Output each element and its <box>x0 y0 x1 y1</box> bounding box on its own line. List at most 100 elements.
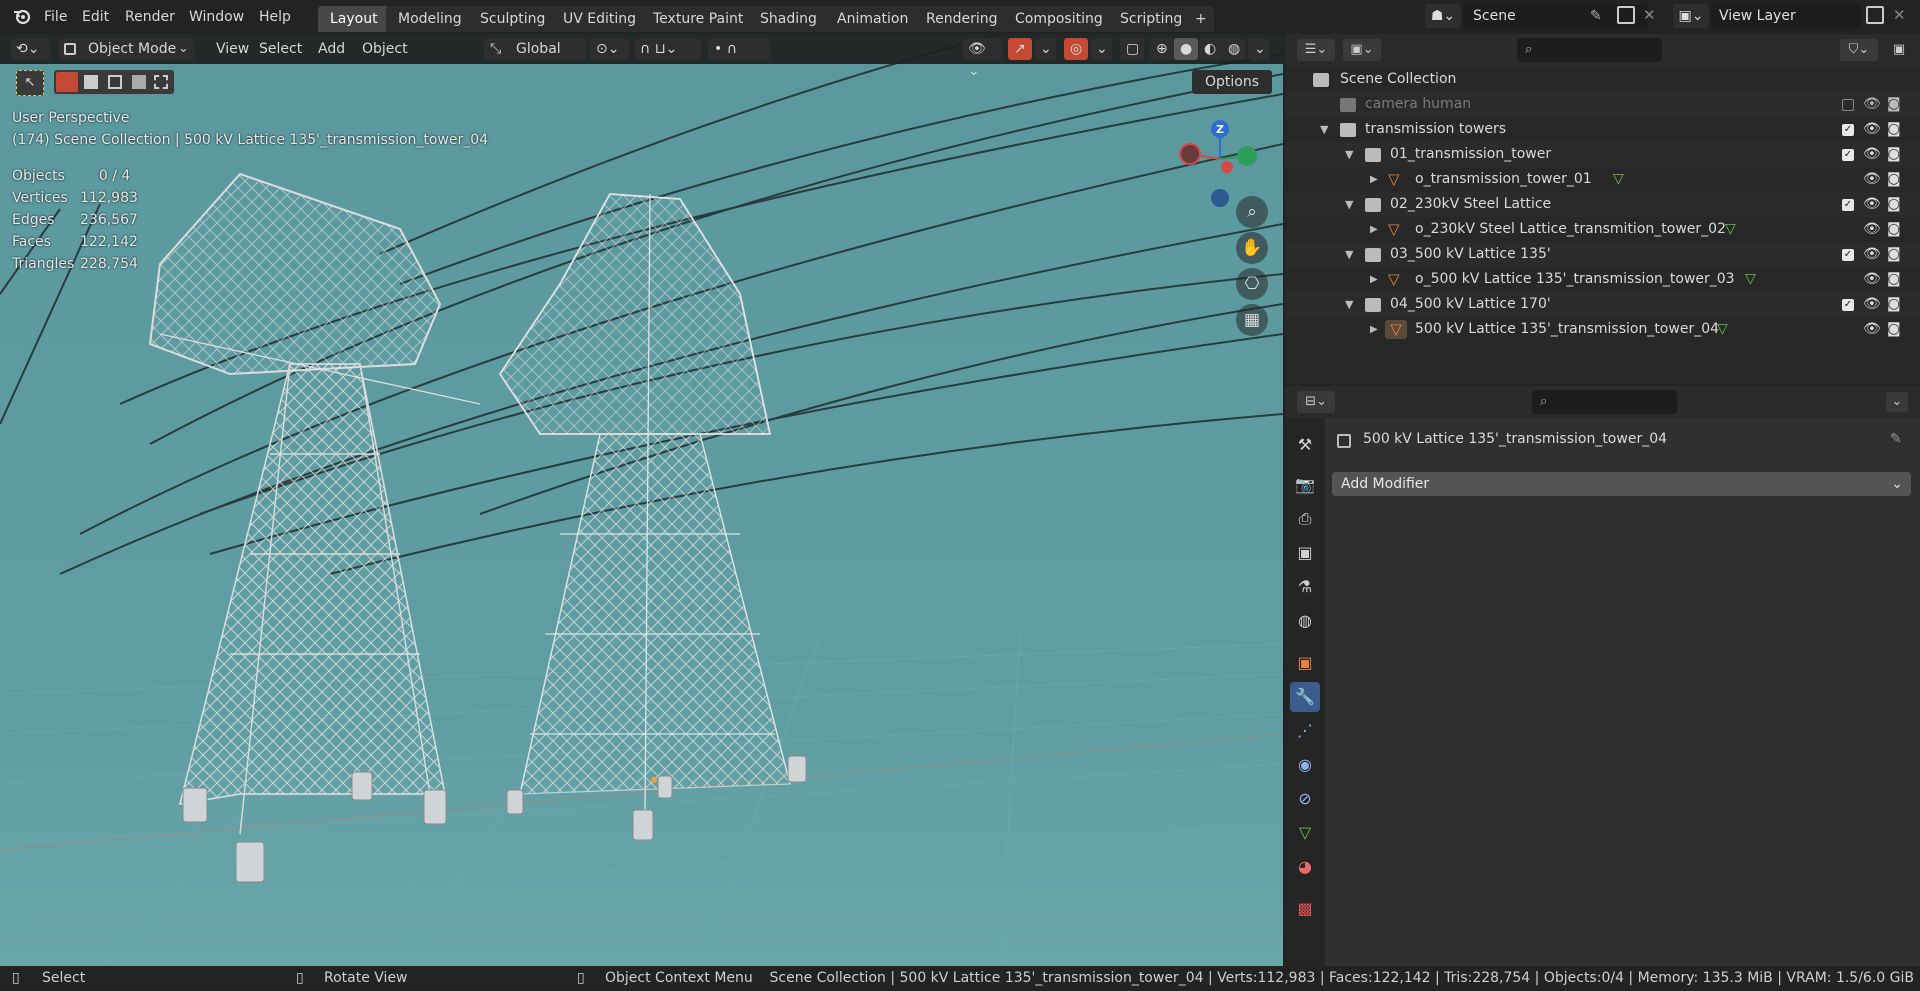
eye-icon[interactable]: 👁 <box>1863 242 1881 267</box>
camera-render-icon[interactable]: ◙ <box>1887 317 1901 342</box>
mesh-data-icon[interactable]: ▽ <box>1725 217 1736 242</box>
add-workspace-button[interactable]: + <box>1188 6 1214 32</box>
new-scene-icon[interactable] <box>1617 6 1635 24</box>
xray-toggle-icon[interactable]: ▢ <box>1120 38 1144 60</box>
menu-help[interactable]: Help <box>253 7 297 27</box>
exclude-checkbox[interactable]: ✓ <box>1842 149 1854 161</box>
editor-type-icon[interactable]: ⟲⌄ <box>10 38 50 60</box>
perspective-grid-icon[interactable]: ▦ <box>1236 304 1268 336</box>
overlay-dropdown-icon[interactable]: ⌄ <box>1090 38 1112 60</box>
pin-icon[interactable]: ✎ <box>1590 8 1602 24</box>
display-mode-icon[interactable]: ▣⌄ <box>1343 39 1381 61</box>
outliner-root-row[interactable]: Scene Collection <box>1285 67 1920 92</box>
camera-render-icon[interactable]: ◙ <box>1887 242 1901 267</box>
eye-icon[interactable]: 👁 <box>1863 317 1881 342</box>
data-properties-icon[interactable]: ▽ <box>1290 818 1320 848</box>
output-properties-icon[interactable]: ⎙ <box>1290 504 1320 534</box>
pivot-point-icon[interactable]: ⊙⌄ <box>590 38 630 60</box>
select-extend-icon[interactable] <box>84 75 98 89</box>
expand-arrow-icon[interactable]: ▼ <box>1345 192 1353 217</box>
expand-arrow-icon[interactable]: ▼ <box>1345 292 1353 317</box>
outliner-search-input[interactable]: ⌕ <box>1517 38 1662 62</box>
outliner-row-tower-02-collection[interactable]: ▼ 02_230kV Steel Lattice ✓ 👁 ◙ <box>1285 192 1920 217</box>
tab-compositing[interactable]: Compositing <box>1003 6 1115 32</box>
camera-view-icon[interactable]: ⎔ <box>1236 268 1268 300</box>
expand-arrow-icon[interactable]: ▶ <box>1370 217 1378 242</box>
outliner-row-tower-02-object[interactable]: ▶ ▽ o_230kV Steel Lattice_transmition_to… <box>1285 217 1920 242</box>
snap-icon[interactable]: ∩ ⊔⌄ <box>634 38 702 60</box>
menu-view[interactable]: View <box>210 38 255 60</box>
outliner-row-tower-04-collection[interactable]: ▼ 04_500 kV Lattice 170' ✓ 👁 ◙ <box>1285 292 1920 317</box>
new-view-layer-icon[interactable] <box>1866 6 1884 24</box>
menu-window[interactable]: Window <box>183 7 250 27</box>
outliner-row-tower-01-object[interactable]: ▶ ▽ o_transmission_tower_01 ▽ 👁 ◙ <box>1285 167 1920 192</box>
delete-scene-icon[interactable]: ✕ <box>1643 6 1656 24</box>
camera-render-icon[interactable]: ◙ <box>1887 217 1901 242</box>
outliner-row-transmission-towers[interactable]: ▼ transmission towers ✓ 👁 ◙ <box>1285 117 1920 142</box>
camera-render-icon[interactable]: ◙ <box>1887 292 1901 317</box>
eye-icon[interactable]: 👁 <box>1863 142 1881 167</box>
tab-texture-paint[interactable]: Texture Paint <box>641 6 756 32</box>
tab-uv-editing[interactable]: UV Editing <box>551 6 649 32</box>
constraints-properties-icon[interactable]: ⊘ <box>1290 784 1320 814</box>
eye-icon[interactable]: 👁 <box>1863 292 1881 317</box>
mesh-data-icon[interactable]: ▽ <box>1613 167 1624 192</box>
object-properties-icon[interactable]: ▣ <box>1290 648 1320 678</box>
menu-select[interactable]: Select <box>253 38 308 60</box>
tab-rendering[interactable]: Rendering <box>914 6 1010 32</box>
rendered-shading-icon[interactable]: ◍ <box>1222 38 1246 60</box>
select-invert-icon[interactable] <box>132 75 146 89</box>
tab-scripting[interactable]: Scripting <box>1108 6 1195 32</box>
exclude-checkbox[interactable]: ✓ <box>1842 199 1854 211</box>
tool-settings-icon[interactable]: ⚒ <box>1290 430 1320 460</box>
wireframe-shading-icon[interactable]: ⊕ <box>1150 38 1174 60</box>
exclude-checkbox[interactable]: ✓ <box>1842 124 1854 136</box>
select-new-icon[interactable] <box>56 72 78 92</box>
outliner-row-tower-03-object[interactable]: ▶ ▽ o_500 kV Lattice 135'_transmission_t… <box>1285 267 1920 292</box>
delete-view-layer-icon[interactable]: ✕ <box>1893 6 1906 24</box>
select-intersect-icon[interactable] <box>154 75 168 89</box>
menu-add[interactable]: Add <box>312 38 351 60</box>
outliner-editor-type-icon[interactable]: ☰⌄ <box>1297 39 1335 61</box>
exclude-checkbox[interactable]: ✓ <box>1842 299 1854 311</box>
3d-viewport[interactable]: ⟲⌄ Object Mode ⌄ View Select Add Object … <box>0 34 1283 966</box>
expand-arrow-icon[interactable]: ▼ <box>1320 117 1328 142</box>
menu-render[interactable]: Render <box>119 7 181 27</box>
object-mode-dropdown[interactable]: Object Mode <box>58 38 194 60</box>
eye-icon[interactable]: 👁 <box>1863 217 1881 242</box>
add-modifier-dropdown[interactable]: Add Modifier ⌄ <box>1332 472 1911 496</box>
camera-render-icon[interactable]: ◙ <box>1887 142 1901 167</box>
mesh-data-icon[interactable]: ▽ <box>1745 267 1756 292</box>
select-mode-buttons[interactable] <box>54 70 174 94</box>
eye-icon[interactable]: 👁 <box>1863 192 1881 217</box>
menu-file[interactable]: File <box>38 7 73 27</box>
camera-render-icon[interactable]: ◙ <box>1887 117 1901 142</box>
visibility-icon[interactable]: 👁⌄ <box>962 38 1002 79</box>
physics-properties-icon[interactable]: ◉ <box>1290 750 1320 780</box>
filter-icon[interactable]: ⛉⌄ <box>1840 39 1878 61</box>
zoom-icon[interactable]: ⌕ <box>1236 196 1268 228</box>
gizmo-toggle-icon[interactable]: ↗ <box>1008 38 1032 60</box>
expand-arrow-icon[interactable]: ▶ <box>1370 167 1378 192</box>
solid-shading-icon[interactable]: ● <box>1174 38 1198 60</box>
exclude-checkbox[interactable]: ✓ <box>1842 249 1854 261</box>
proportional-edit-icon[interactable]: • ∩ <box>708 38 770 60</box>
properties-options-icon[interactable]: ⌄ <box>1886 392 1908 412</box>
expand-arrow-icon[interactable]: ▶ <box>1370 317 1378 342</box>
pin-icon[interactable]: ✎ <box>1890 431 1902 447</box>
select-subtract-icon[interactable] <box>108 75 122 89</box>
view-layer-properties-icon[interactable]: ▣ <box>1290 538 1320 568</box>
tab-shading[interactable]: Shading <box>748 6 829 32</box>
pan-hand-icon[interactable]: ✋ <box>1236 232 1268 264</box>
select-tool-icon[interactable]: ↖ <box>16 70 44 96</box>
world-properties-icon[interactable]: ◍ <box>1290 606 1320 636</box>
expand-arrow-icon[interactable]: ▼ <box>1345 142 1353 167</box>
exclude-checkbox[interactable] <box>1842 99 1854 111</box>
expand-arrow-icon[interactable]: ▶ <box>1370 267 1378 292</box>
eye-icon[interactable]: 👁 <box>1863 117 1881 142</box>
outliner-row-camera-human[interactable]: camera human 👁 ◙ <box>1285 92 1920 117</box>
mesh-data-icon[interactable]: ▽ <box>1717 317 1728 342</box>
camera-render-icon[interactable]: ◙ <box>1887 167 1901 192</box>
tab-animation[interactable]: Animation <box>825 6 921 32</box>
particles-properties-icon[interactable]: ⋰ <box>1290 716 1320 746</box>
